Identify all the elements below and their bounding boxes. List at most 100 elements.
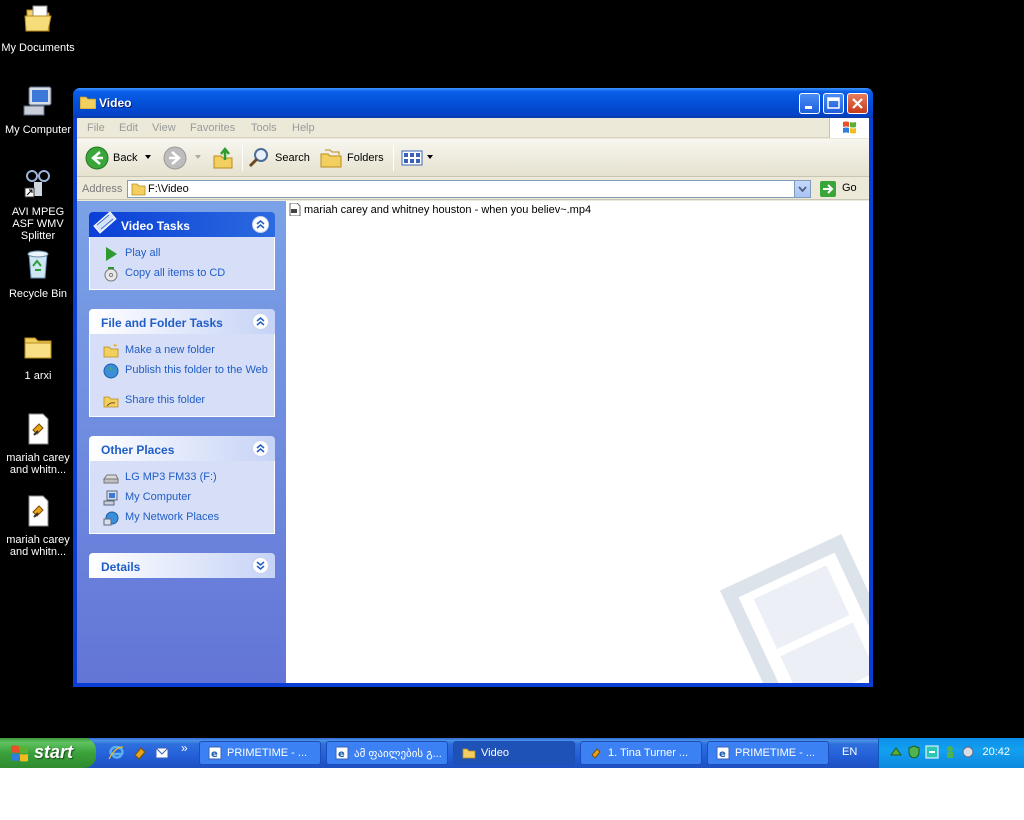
network-icon[interactable] bbox=[925, 745, 939, 759]
views-button[interactable] bbox=[400, 146, 434, 170]
close-button[interactable] bbox=[847, 93, 868, 114]
folders-label: Folders bbox=[347, 152, 384, 164]
desktop-icon-recycle-bin[interactable]: Recycle Bin bbox=[0, 248, 76, 300]
volume-icon[interactable] bbox=[961, 745, 975, 759]
desktop-icon-label: 1 arxi bbox=[24, 370, 52, 382]
file-name: mariah carey and whitney houston - when … bbox=[304, 204, 592, 216]
menu-file[interactable]: File bbox=[87, 122, 105, 134]
forward-button[interactable] bbox=[163, 146, 203, 170]
details-panel: Details bbox=[89, 553, 275, 578]
collapse-button[interactable] bbox=[252, 313, 269, 330]
toolbar-separator bbox=[242, 145, 243, 171]
security-shield-icon[interactable] bbox=[907, 745, 921, 759]
link-label: Publish this folder to the Web bbox=[125, 364, 268, 376]
window-body: File Edit View Favorites Tools Help Back… bbox=[77, 118, 869, 683]
close-icon bbox=[852, 98, 863, 109]
taskbar-item[interactable]: e PRIMETIME - ... bbox=[707, 741, 829, 765]
details-header[interactable]: Details bbox=[89, 553, 275, 578]
play-all-link[interactable]: Play all bbox=[90, 243, 274, 263]
film-strip-icon bbox=[93, 211, 117, 234]
chevron-double-up-icon bbox=[256, 444, 265, 453]
desktop-icon-folder-1-arxi[interactable]: 1 arxi bbox=[0, 330, 76, 382]
panel-title: Details bbox=[101, 560, 141, 574]
desktop-icon-mariah-1[interactable]: mariah carey and whitn... bbox=[0, 412, 76, 476]
taskbar-item[interactable]: 1. Tina Turner ... bbox=[580, 741, 702, 765]
file-list-view[interactable]: mariah carey and whitney houston - when … bbox=[286, 201, 869, 683]
other-places-body: LG MP3 FM33 (F:) My Computer My Network … bbox=[89, 461, 275, 534]
lg-mp3-drive-link[interactable]: LG MP3 FM33 (F:) bbox=[90, 467, 274, 487]
taskbar-item-label: PRIMETIME - ... bbox=[227, 747, 308, 759]
windows-flag-icon bbox=[843, 121, 856, 134]
panel-title: File and Folder Tasks bbox=[101, 316, 223, 330]
media-player-icon[interactable] bbox=[131, 745, 147, 761]
other-places-panel: Other Places LG MP3 FM33 (F:) My Compute bbox=[89, 436, 275, 534]
chevron-down-icon bbox=[798, 186, 807, 193]
folders-button[interactable]: Folders bbox=[319, 146, 387, 170]
search-icon bbox=[248, 148, 268, 168]
link-label: Copy all items to CD bbox=[125, 267, 226, 279]
link-label: Share this folder bbox=[125, 394, 206, 406]
collapse-button[interactable] bbox=[252, 216, 269, 233]
menu-tools[interactable]: Tools bbox=[251, 122, 277, 134]
clock[interactable]: 20:42 bbox=[982, 746, 1010, 758]
svg-text:e: e bbox=[719, 749, 726, 760]
menu-view[interactable]: View bbox=[152, 122, 176, 134]
messenger-icon[interactable] bbox=[943, 745, 957, 759]
taskbar-item-label: ამ ფაილების გ... bbox=[354, 748, 442, 760]
make-new-folder-link[interactable]: Make a new folder bbox=[90, 340, 274, 360]
my-computer-link[interactable]: My Computer bbox=[90, 487, 274, 507]
recycle-bin-icon bbox=[27, 250, 49, 279]
desktop-icon-my-computer[interactable]: My Computer bbox=[0, 84, 76, 136]
start-label: start bbox=[34, 742, 74, 762]
splitter-icon bbox=[24, 170, 50, 198]
tray-app-icon[interactable] bbox=[889, 745, 903, 759]
video-tasks-header[interactable]: Video Tasks bbox=[89, 211, 275, 237]
outlook-express-icon[interactable] bbox=[154, 745, 170, 761]
desktop-icon-label: mariah carey and whitn... bbox=[6, 452, 70, 476]
start-button[interactable]: start bbox=[0, 738, 96, 768]
go-label: Go bbox=[842, 182, 857, 194]
chevron-right-icon[interactable]: » bbox=[181, 741, 188, 755]
taskbar-item-active[interactable]: Video bbox=[453, 741, 575, 765]
copy-to-cd-link[interactable]: Copy all items to CD bbox=[90, 263, 274, 283]
other-places-header[interactable]: Other Places bbox=[89, 436, 275, 461]
search-button[interactable]: Search bbox=[247, 146, 311, 170]
desktop-icon-label: Recycle Bin bbox=[8, 288, 68, 300]
collapse-button[interactable] bbox=[252, 440, 269, 457]
expand-button[interactable] bbox=[252, 557, 269, 574]
svg-text:e: e bbox=[338, 749, 345, 760]
publish-web-link[interactable]: Publish this folder to the Web bbox=[90, 360, 274, 390]
ie-page-icon: e bbox=[716, 746, 730, 760]
taskbar-item[interactable]: e PRIMETIME - ... bbox=[199, 741, 321, 765]
desktop-icon-mariah-2[interactable]: mariah carey and whitn... bbox=[0, 494, 76, 558]
up-folder-button[interactable] bbox=[211, 146, 237, 170]
explorer-window: Video File Edit View Favorites Tools Hel… bbox=[73, 88, 873, 687]
my-network-places-link[interactable]: My Network Places bbox=[90, 507, 274, 527]
link-label: Play all bbox=[125, 247, 161, 259]
chevron-down-icon bbox=[145, 155, 151, 159]
menu-favorites[interactable]: Favorites bbox=[190, 122, 235, 134]
go-button[interactable]: Go bbox=[817, 180, 865, 198]
back-button[interactable]: Back bbox=[85, 146, 153, 170]
taskbar-item[interactable]: e ამ ფაილების გ... bbox=[326, 741, 448, 765]
chevron-double-up-icon bbox=[256, 317, 265, 326]
desktop-icon-my-documents[interactable]: My Documents bbox=[0, 2, 76, 54]
panel-title: Other Places bbox=[101, 443, 175, 457]
address-dropdown-button[interactable] bbox=[794, 181, 810, 197]
file-folder-tasks-header[interactable]: File and Folder Tasks bbox=[89, 309, 275, 334]
window-title: Video bbox=[99, 96, 132, 110]
chevron-double-up-icon bbox=[256, 220, 265, 229]
address-input[interactable]: F:\Video bbox=[127, 180, 811, 198]
title-bar[interactable]: Video bbox=[73, 88, 873, 118]
menu-help[interactable]: Help bbox=[292, 122, 315, 134]
menu-edit[interactable]: Edit bbox=[119, 122, 138, 134]
maximize-button[interactable] bbox=[823, 93, 844, 114]
system-tray: 20:42 bbox=[878, 738, 1024, 768]
internet-explorer-icon[interactable] bbox=[108, 745, 124, 761]
minimize-button[interactable] bbox=[799, 93, 820, 114]
cd-copy-icon bbox=[104, 267, 118, 282]
language-indicator[interactable]: EN bbox=[842, 746, 857, 758]
forward-arrow-icon bbox=[163, 146, 187, 170]
share-folder-link[interactable]: Share this folder bbox=[90, 390, 274, 410]
desktop-icon-splitter[interactable]: AVI MPEG ASF WMV Splitter bbox=[0, 166, 76, 242]
